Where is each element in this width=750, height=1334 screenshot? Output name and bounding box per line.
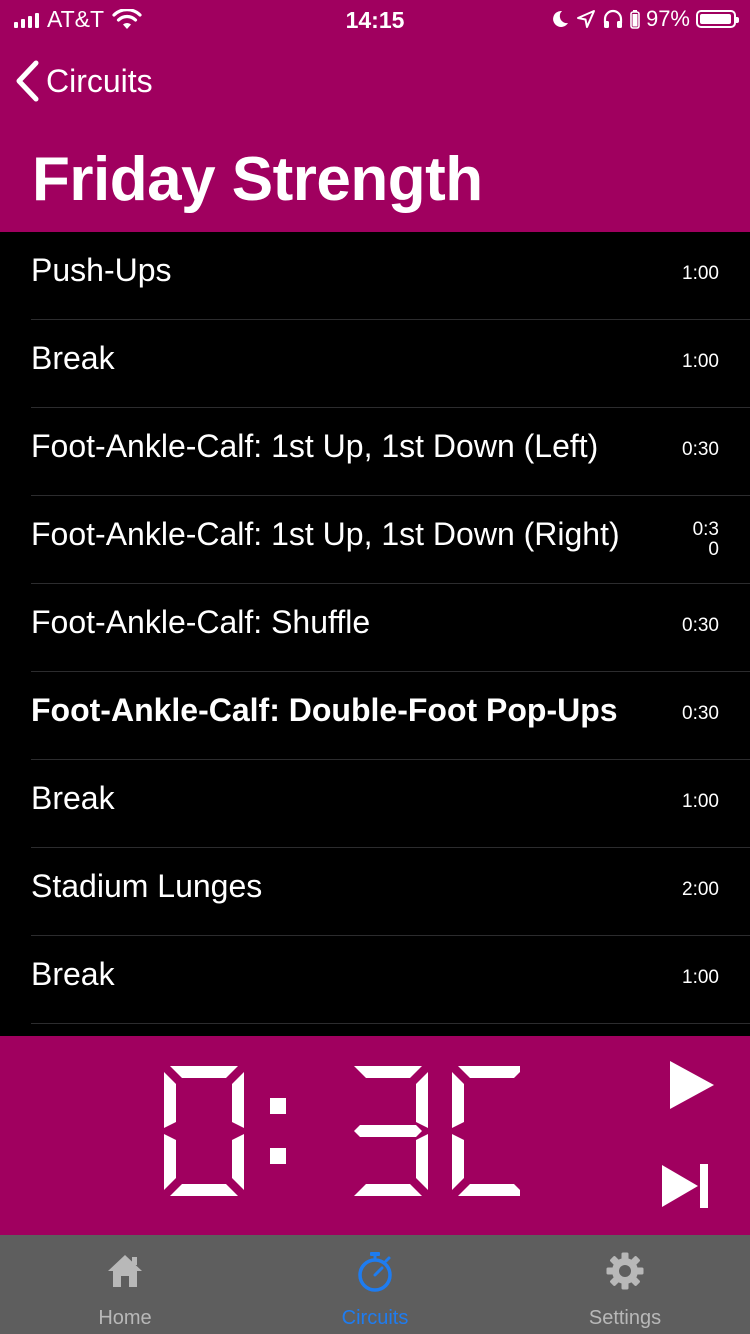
exercise-row-current[interactable]: Foot-Ankle-Calf: Double-Foot Pop-Ups 0:3… — [0, 672, 750, 760]
timer-segment-f — [164, 1072, 176, 1128]
timer-segment-d — [170, 1184, 238, 1196]
exercise-duration: 0:30 — [682, 615, 719, 636]
timer-panel — [0, 1036, 750, 1235]
timer-segment-b — [416, 1072, 428, 1128]
exercise-row[interactable]: Foot-Ankle-Calf: Shuffle 0:30 — [0, 584, 750, 672]
exercise-duration: 0:30 — [692, 519, 719, 560]
battery-small-icon — [630, 10, 640, 29]
home-icon — [108, 1255, 142, 1287]
exercise-name: Foot-Ankle-Calf: Double-Foot Pop-Ups — [31, 692, 618, 728]
timer-segment-d — [458, 1184, 520, 1196]
timer-colon-dot — [270, 1148, 286, 1164]
exercise-row[interactable]: Break 1:00 — [0, 936, 750, 1024]
play-button[interactable] — [668, 1060, 716, 1115]
timer-segment-c — [416, 1134, 428, 1190]
exercise-row[interactable]: Foot-Ankle-Calf: 1st Up, 1st Down (Right… — [0, 496, 750, 584]
timer-segment-a — [170, 1066, 238, 1078]
timer-display — [164, 1066, 520, 1196]
exercise-row[interactable]: Break 1:00 — [0, 760, 750, 848]
exercise-duration: 2:00 — [682, 879, 719, 900]
timer-segment-c — [232, 1134, 244, 1190]
battery-icon — [696, 10, 739, 28]
header: AT&T 14:15 97% Circuits Friday Strength — [0, 0, 750, 232]
exercise-name: Stadium Lunges — [31, 868, 263, 904]
moon-icon — [553, 10, 568, 27]
exercise-duration: 1:00 — [682, 263, 719, 284]
exercise-row[interactable]: Break 1:00 — [0, 320, 750, 408]
timer-segment-e — [452, 1134, 464, 1190]
exercise-name: Break — [31, 956, 115, 992]
exercise-row[interactable]: Foot-Ankle-Calf: 1st Up, 1st Down (Left)… — [0, 408, 750, 496]
stopwatch-icon — [358, 1252, 392, 1292]
gear-icon — [606, 1252, 644, 1290]
timer-segment-a — [354, 1066, 422, 1078]
exercise-list[interactable]: Push-Ups 1:00 Break 1:00 Foot-Ankle-Calf… — [0, 232, 750, 1036]
skip-button[interactable] — [660, 1160, 712, 1217]
skip-forward-icon — [662, 1164, 708, 1208]
tab-settings[interactable]: Settings — [500, 1235, 750, 1334]
back-button[interactable]: Circuits — [14, 60, 153, 102]
timer-segment-e — [164, 1134, 176, 1190]
exercise-duration: 1:00 — [682, 351, 719, 372]
exercise-duration: 0:30 — [682, 439, 719, 460]
headphones-icon — [603, 9, 623, 28]
battery-fill — [700, 14, 731, 24]
timer-segment-b — [232, 1072, 244, 1128]
timer-colon-dot — [270, 1098, 286, 1114]
tab-bar: Home Circuits Settings — [0, 1235, 750, 1334]
exercise-duration: 0:30 — [682, 703, 719, 724]
exercise-name: Foot-Ankle-Calf: 1st Up, 1st Down (Left) — [31, 428, 599, 464]
back-button-label: Circuits — [46, 62, 153, 99]
timer-segment-d — [354, 1184, 422, 1196]
timer-segment-a — [458, 1066, 520, 1078]
tab-circuits[interactable]: Circuits — [250, 1235, 500, 1334]
exercise-name: Break — [31, 780, 115, 816]
location-arrow-icon — [576, 10, 595, 28]
exercise-name: Push-Ups — [31, 252, 172, 288]
exercise-row[interactable]: Push-Ups 1:00 — [0, 232, 750, 320]
timer-segment-f — [452, 1072, 464, 1128]
exercise-duration: 1:00 — [682, 791, 719, 812]
exercise-name: Break — [31, 340, 115, 376]
exercise-row[interactable]: Stadium Lunges 2:00 — [0, 848, 750, 936]
exercise-name: Foot-Ankle-Calf: Shuffle — [31, 604, 371, 640]
timer-segment-g — [354, 1125, 422, 1137]
chevron-left-icon — [16, 60, 39, 102]
tab-label: Settings — [588, 1307, 662, 1329]
play-icon — [670, 1061, 714, 1109]
tab-label: Circuits — [341, 1307, 409, 1329]
status-right: 97% — [550, 6, 739, 32]
battery-percent: 97% — [645, 6, 690, 31]
status-bar: AT&T 14:15 97% — [0, 0, 750, 40]
exercise-duration: 1:00 — [682, 967, 719, 988]
tab-label: Home — [98, 1307, 152, 1329]
tab-home[interactable]: Home — [0, 1235, 250, 1334]
exercise-name: Foot-Ankle-Calf: 1st Up, 1st Down (Right… — [31, 516, 620, 552]
page-title: Friday Strength — [32, 145, 483, 214]
